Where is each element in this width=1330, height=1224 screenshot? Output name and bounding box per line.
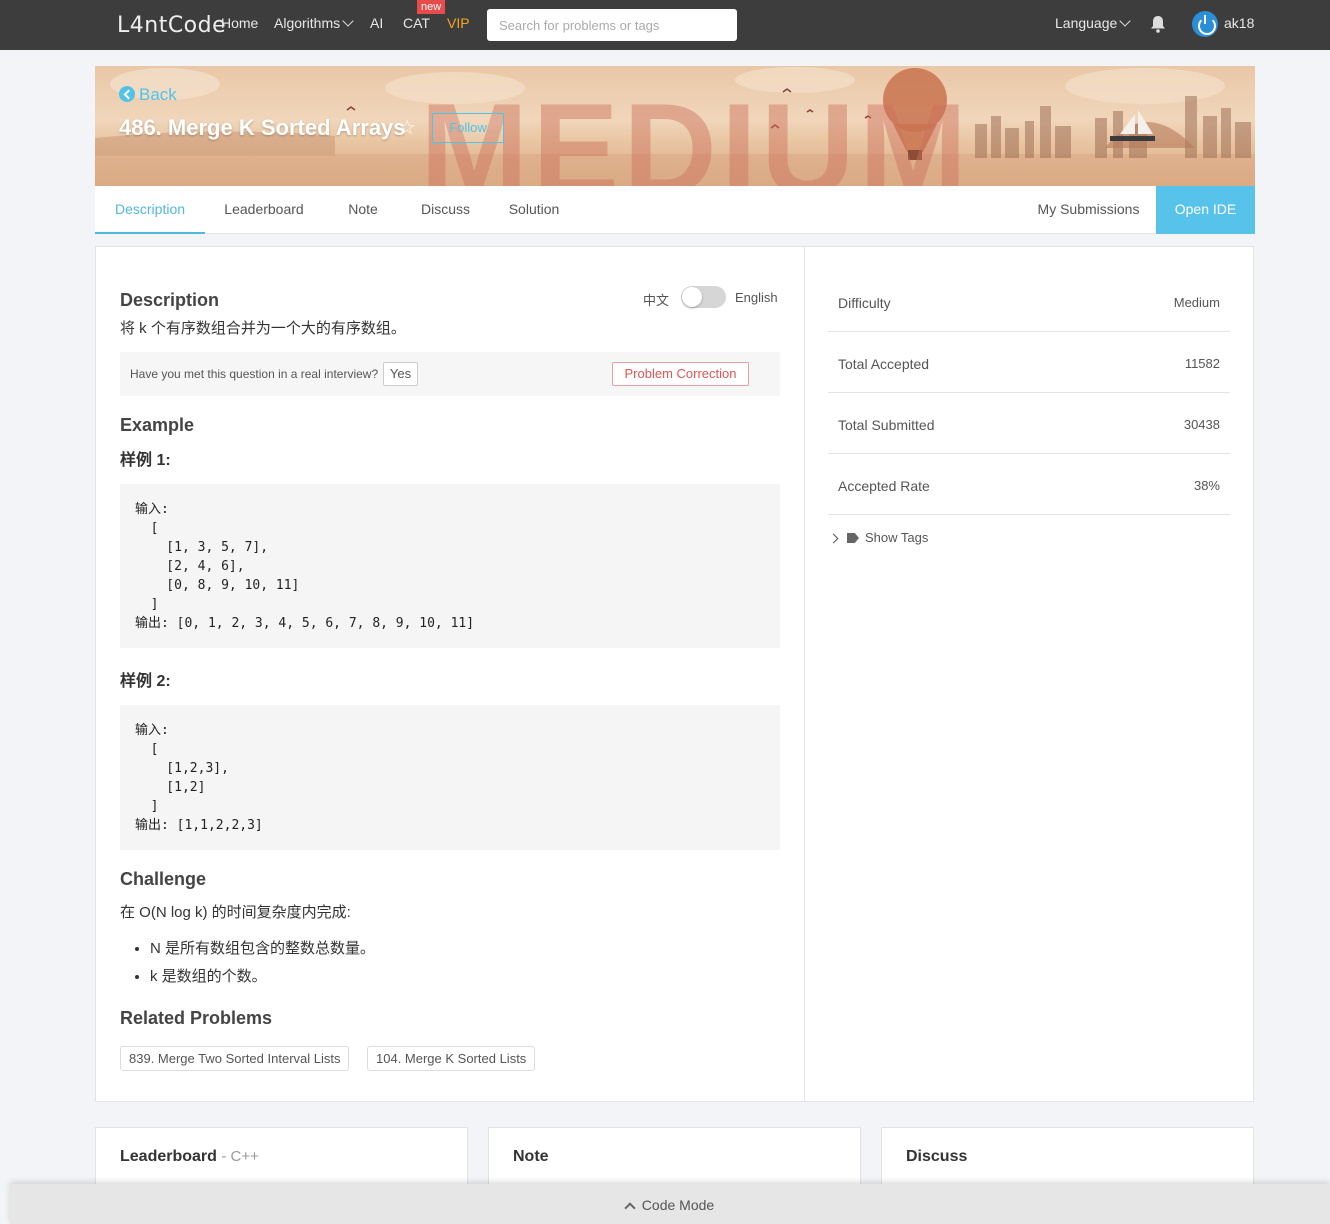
tab-description[interactable]: Description <box>95 186 205 234</box>
nav-home[interactable]: Home <box>221 15 258 31</box>
stat-label: Total Submitted <box>838 417 935 433</box>
stat-value: 30438 <box>1183 417 1220 432</box>
sample2-code: 输入: [ [1,2,3], [1,2] ] 输出: [1,1,2,2,3] <box>120 705 780 850</box>
sample1-label: 样例 1: <box>120 452 171 469</box>
related-problem-link[interactable]: 839. Merge Two Sorted Interval Lists <box>120 1046 350 1071</box>
challenge-text: 在 O(N log k) 的时间复杂度内完成: <box>120 904 351 921</box>
chevron-right-icon <box>828 533 839 544</box>
lang-zh-label: 中文 <box>643 293 670 308</box>
lintcode-logo[interactable]: L4ntCode <box>117 13 226 38</box>
code-mode-label: Code Mode <box>641 1197 715 1213</box>
nav-algorithms[interactable]: Algorithms <box>274 15 354 31</box>
stat-label: Accepted Rate <box>838 478 930 494</box>
leaderboard-title: Leaderboard <box>120 1148 217 1165</box>
language-toggle[interactable] <box>681 286 726 308</box>
description-heading: Description <box>120 290 220 310</box>
tab-discuss[interactable]: Discuss <box>403 186 488 234</box>
stat-value: Medium <box>1173 295 1220 310</box>
problem-tabs: Description Leaderboard Note Discuss Sol… <box>95 186 1255 234</box>
note-card-title: Note <box>513 1148 549 1165</box>
stat-value: 38% <box>1193 478 1220 493</box>
stat-accepted-rate: Accepted Rate 38% <box>828 454 1230 515</box>
bell-icon[interactable] <box>1150 15 1166 33</box>
show-tags-label: Show Tags <box>865 530 929 545</box>
search-input[interactable] <box>487 9 737 41</box>
yes-button[interactable]: Yes <box>383 362 418 386</box>
problem-banner: MEDIUM Back 486. Merge K Sorted Arrays ☆… <box>95 66 1255 186</box>
challenge-heading: Challenge <box>120 869 207 889</box>
leaderboard-card-title: Leaderboard - C++ <box>120 1148 259 1166</box>
tab-my-submissions[interactable]: My Submissions <box>1021 186 1156 234</box>
user-avatar[interactable] <box>1192 11 1218 37</box>
stat-value: 11582 <box>1184 356 1220 371</box>
example-heading: Example <box>120 415 195 435</box>
stat-label: Total Accepted <box>838 356 930 372</box>
sample1-code: 输入: [ [1, 3, 5, 7], [2, 4, 6], [0, 8, 9,… <box>120 484 780 648</box>
language-dropdown[interactable]: Language <box>1055 15 1131 31</box>
sample2-label: 样例 2: <box>120 673 171 690</box>
problem-content: Description 中文 English 将 k 个有序数组合并为一个大的有… <box>95 246 1254 1102</box>
language-label: Language <box>1055 15 1118 31</box>
chevron-up-icon <box>624 1202 636 1214</box>
tab-leaderboard[interactable]: Leaderboard <box>205 186 323 234</box>
interview-question: Have you met this question in a real int… <box>130 367 379 381</box>
column-divider <box>804 247 805 1101</box>
stat-label: Difficulty <box>838 295 891 311</box>
nav-algorithms-label: Algorithms <box>274 15 341 31</box>
star-icon[interactable]: ☆ <box>398 115 416 140</box>
stat-total-accepted: Total Accepted 11582 <box>828 332 1230 393</box>
show-tags-toggle[interactable]: Show Tags <box>828 530 929 545</box>
list-item: k 是数组的个数。 <box>150 963 375 991</box>
tab-note[interactable]: Note <box>323 186 403 234</box>
related-problem-link[interactable]: 104. Merge K Sorted Lists <box>367 1046 536 1071</box>
back-arrow-icon <box>119 86 135 102</box>
tag-icon <box>847 533 859 543</box>
nav-cat[interactable]: CAT <box>403 15 430 31</box>
stat-difficulty: Difficulty Medium <box>828 271 1230 332</box>
nav-vip[interactable]: VIP <box>447 15 470 31</box>
list-item: N 是所有数组包含的整数总数量。 <box>150 935 375 963</box>
follow-button[interactable]: Follow <box>432 113 504 143</box>
problem-title: 486. Merge K Sorted Arrays <box>119 115 406 140</box>
new-badge: new <box>417 0 446 14</box>
code-mode-bar[interactable]: Code Mode <box>10 1184 1330 1224</box>
back-link[interactable]: Back <box>119 85 177 105</box>
tab-solution[interactable]: Solution <box>488 186 580 234</box>
lang-en-label: English <box>735 290 778 305</box>
chevron-down-icon <box>1119 15 1131 27</box>
interview-bar: Have you met this question in a real int… <box>120 352 780 396</box>
nav-ai[interactable]: AI <box>370 15 383 31</box>
description-text: 将 k 个有序数组合并为一个大的有序数组。 <box>120 320 406 337</box>
back-label: Back <box>139 85 177 104</box>
discuss-card-title: Discuss <box>906 1148 968 1165</box>
stat-total-submitted: Total Submitted 30438 <box>828 393 1230 454</box>
username[interactable]: ak18 <box>1224 15 1254 31</box>
open-ide-button[interactable]: Open IDE <box>1156 186 1255 234</box>
problem-correction-button[interactable]: Problem Correction <box>612 362 749 386</box>
leaderboard-language: - C++ <box>221 1148 259 1165</box>
top-navbar: L4ntCode Home Algorithms AI CAT new VIP … <box>0 0 1330 50</box>
challenge-list: N 是所有数组包含的整数总数量。 k 是数组的个数。 <box>132 935 375 991</box>
chevron-down-icon <box>342 15 354 27</box>
related-heading: Related Problems <box>120 1008 273 1028</box>
